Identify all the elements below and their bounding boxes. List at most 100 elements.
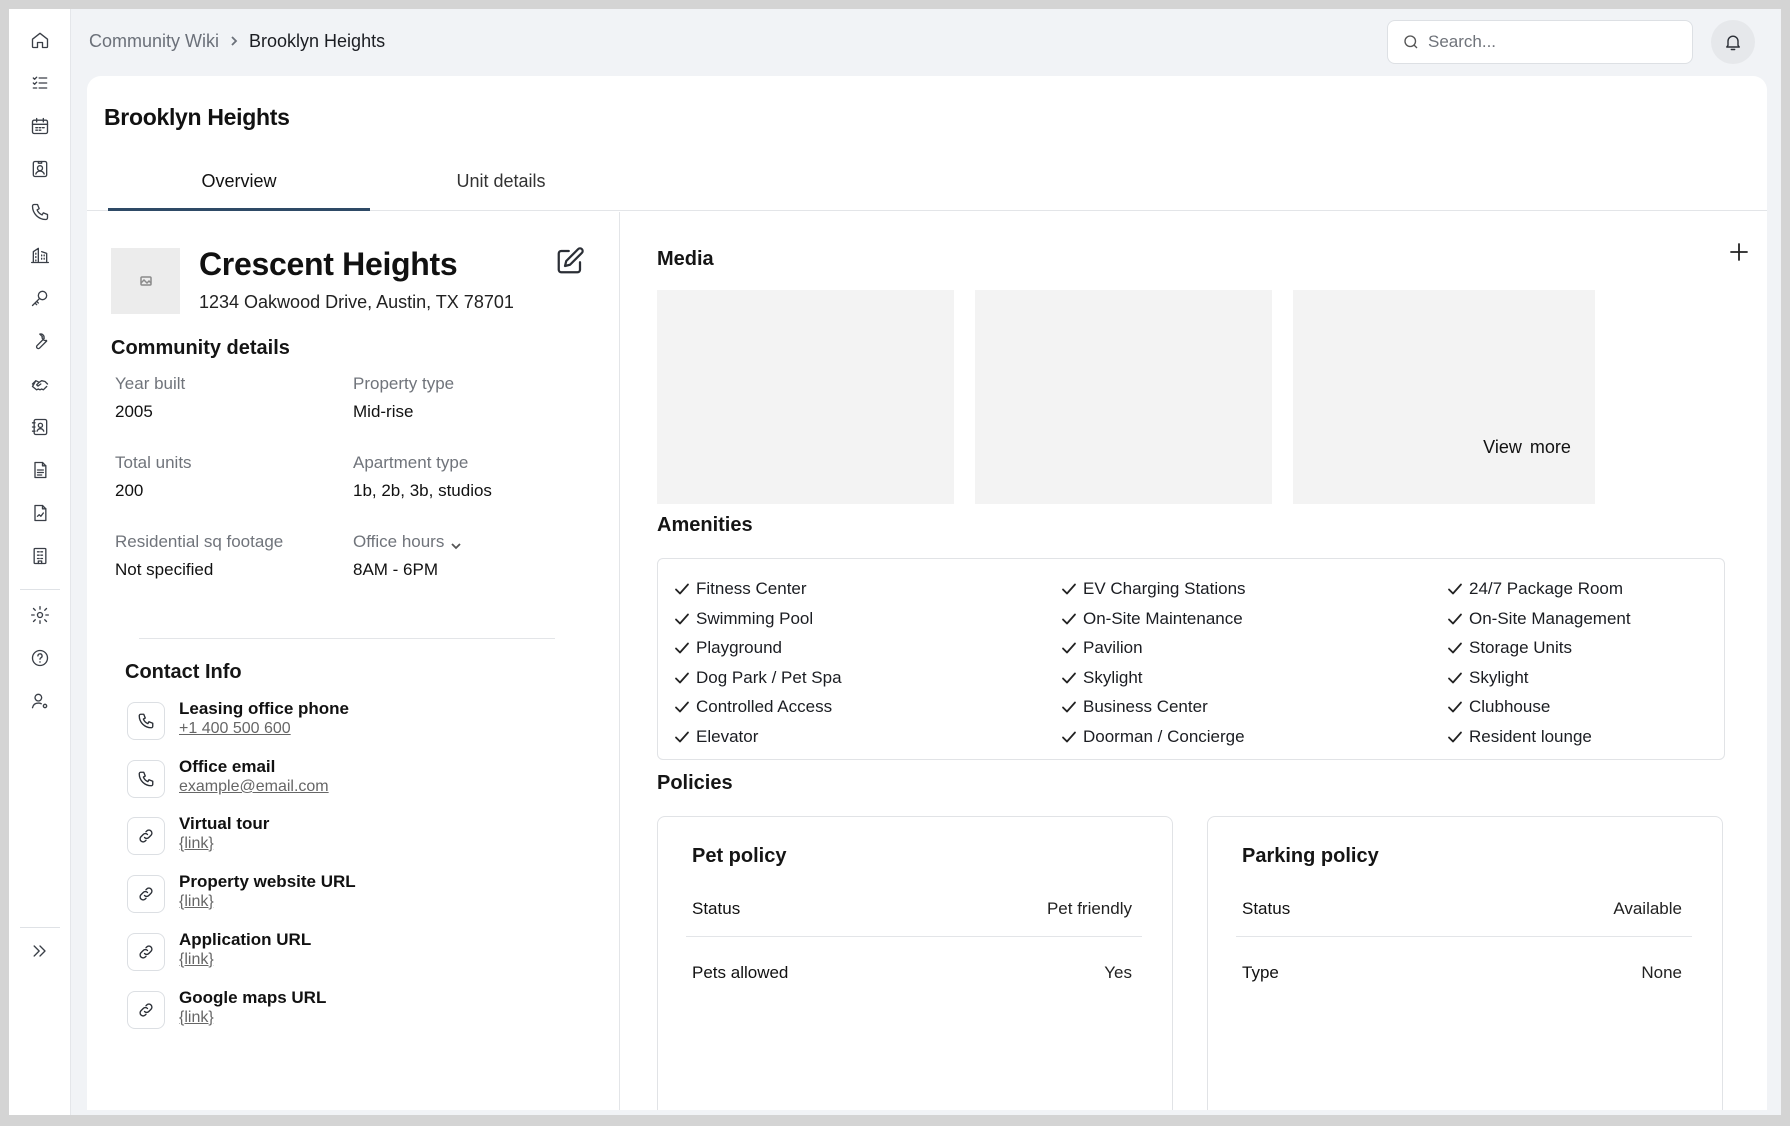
office-building-icon[interactable] <box>27 543 53 569</box>
contact-virtual-tour: Virtual tour {link} <box>127 814 567 860</box>
building-icon[interactable] <box>27 242 53 268</box>
tab-unit-details[interactable]: Unit details <box>370 156 632 211</box>
amenity-item: Skylight <box>1061 667 1143 689</box>
application-url-link[interactable]: {link} <box>179 951 214 969</box>
phone-icon <box>127 702 165 740</box>
contact-leasing-phone: Leasing office phone +1 400 500 600 <box>127 699 567 745</box>
contact-card-icon[interactable] <box>27 156 53 182</box>
policy-key: Status <box>1242 899 1291 918</box>
handshake-icon[interactable] <box>27 371 53 397</box>
office-hours-dropdown[interactable]: Office hours <box>353 532 462 552</box>
report-icon[interactable] <box>27 500 53 526</box>
check-icon <box>1448 642 1462 654</box>
amenity-label: Elevator <box>696 727 759 746</box>
amenity-item: On-Site Maintenance <box>1061 608 1243 630</box>
breadcrumb-root[interactable]: Community Wiki <box>89 31 219 52</box>
leasing-phone-link[interactable]: +1 400 500 600 <box>179 720 291 738</box>
total-units-value: 200 <box>115 481 144 500</box>
amenity-item: Fitness Center <box>674 578 807 600</box>
amenity-label: On-Site Management <box>1469 608 1631 628</box>
check-icon <box>1062 613 1076 624</box>
expand-icon[interactable] <box>27 938 53 964</box>
policy-key: Status <box>692 899 741 918</box>
policy-value: Yes <box>1104 963 1132 982</box>
amenity-item: Pavilion <box>1061 637 1143 659</box>
virtual-tour-link[interactable]: {link} <box>179 835 214 853</box>
apartment-type-value: 1b, 2b, 3b, studios <box>353 481 492 500</box>
amenity-label: Fitness Center <box>696 579 807 598</box>
amenities-heading: Amenities <box>657 514 753 536</box>
check-icon <box>1448 672 1462 684</box>
checklist-icon[interactable] <box>27 70 53 96</box>
media-thumbnail-2[interactable] <box>975 290 1272 504</box>
policy-value: Available <box>1613 899 1682 918</box>
amenity-label: Pavilion <box>1083 638 1143 658</box>
amenity-label: Dog Park / Pet Spa <box>696 667 842 687</box>
google-maps-link[interactable]: {link} <box>179 1009 214 1027</box>
policy-value: Pet friendly <box>1046 899 1132 918</box>
amenity-item: Doorman / Concierge <box>1061 726 1245 748</box>
property-website-link[interactable]: {link} <box>179 893 214 911</box>
property-type-value: Mid-rise <box>353 402 414 421</box>
help-icon[interactable] <box>27 645 53 671</box>
check-icon <box>675 583 689 595</box>
plus-icon <box>1730 243 1748 261</box>
amenity-label: Controlled Access <box>696 697 833 717</box>
amenity-label: Swimming Pool <box>696 608 814 628</box>
search-input[interactable] <box>1428 32 1678 52</box>
property-address: 1234 Oakwood Drive, Austin, TX 78701 <box>199 292 514 312</box>
media-thumbnail-3[interactable] <box>1293 290 1595 504</box>
amenity-item: Resident lounge <box>1447 726 1592 748</box>
contact-label: Virtual tour <box>179 814 270 833</box>
sq-footage-label: Residential sq footage <box>115 532 284 551</box>
breadcrumb-current: Brooklyn Heights <box>249 30 386 51</box>
contact-label: Application URL <box>179 930 312 949</box>
total-units-label: Total units <box>115 453 192 472</box>
tab-overview[interactable]: Overview <box>108 156 370 211</box>
app-window: Community Wiki Brooklyn Heights Brooklyn… <box>9 9 1781 1115</box>
contact-label: Office email <box>179 757 276 776</box>
document-icon[interactable] <box>27 457 53 483</box>
tab-bar: Overview Unit details <box>87 156 1767 211</box>
amenity-label: Skylight <box>1469 667 1529 687</box>
image-placeholder-icon <box>139 276 152 286</box>
home-icon[interactable] <box>27 27 53 53</box>
search-box[interactable] <box>1387 20 1693 64</box>
policy-key: Type <box>1242 963 1279 982</box>
amenity-label: On-Site Maintenance <box>1083 608 1243 628</box>
chevron-down-icon <box>450 537 462 549</box>
check-icon <box>1062 583 1076 595</box>
amenity-item: Dog Park / Pet Spa <box>674 667 842 689</box>
office-hours-label: Office hours <box>353 532 445 551</box>
view-more-button[interactable]: View more <box>1471 426 1583 468</box>
section-divider <box>139 638 555 639</box>
amenity-item: Business Center <box>1061 696 1208 718</box>
amenities-list: Fitness Center Swimming Pool Playground Dog… <box>657 558 1725 760</box>
office-email-link[interactable]: example@email.com <box>179 778 329 796</box>
notifications-button[interactable] <box>1711 20 1755 64</box>
sidebar-divider-bottom <box>20 927 60 928</box>
check-icon <box>1448 583 1462 595</box>
amenity-item: Clubhouse <box>1447 696 1550 718</box>
add-media-button[interactable] <box>1727 240 1755 268</box>
chevron-right-icon <box>229 36 239 46</box>
breadcrumb: Community Wiki Brooklyn Heights <box>89 29 385 53</box>
media-thumbnail-1[interactable] <box>657 290 954 504</box>
address-book-icon[interactable] <box>27 414 53 440</box>
edit-icon <box>557 247 584 274</box>
amenity-item: 24/7 Package Room <box>1447 578 1623 600</box>
check-icon <box>1062 701 1076 713</box>
amenity-item: Playground <box>674 637 782 659</box>
calendar-icon[interactable] <box>27 113 53 139</box>
check-icon <box>675 731 689 743</box>
contact-info-heading: Contact Info <box>125 661 242 683</box>
amenity-label: EV Charging Stations <box>1083 579 1246 598</box>
amenity-item: Skylight <box>1447 667 1529 689</box>
phone-icon <box>127 760 165 798</box>
settings-icon[interactable] <box>27 602 53 628</box>
user-settings-icon[interactable] <box>27 688 53 714</box>
wrench-icon[interactable] <box>27 328 53 354</box>
phone-icon[interactable] <box>27 199 53 225</box>
key-icon[interactable] <box>27 285 53 311</box>
edit-property-button[interactable] <box>555 246 587 278</box>
